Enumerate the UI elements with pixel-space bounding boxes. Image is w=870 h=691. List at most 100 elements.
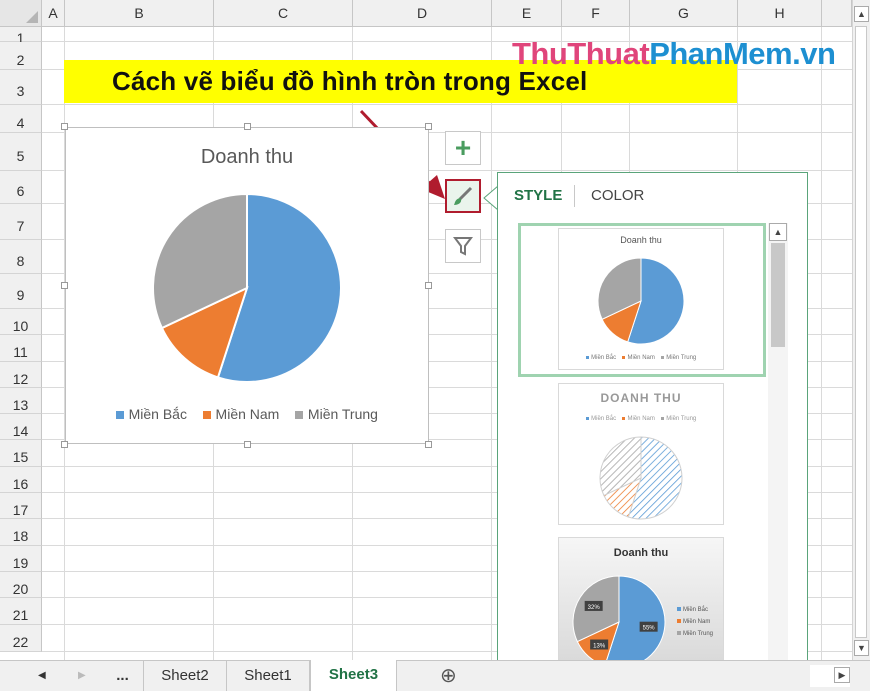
chart-elements-button[interactable]: +: [445, 131, 481, 165]
tab-color[interactable]: COLOR: [591, 187, 644, 204]
sheet-scroll-right[interactable]: ▶: [834, 667, 850, 683]
paintbrush-icon: [454, 186, 473, 205]
row-header-12[interactable]: 12: [0, 362, 42, 388]
row-header-8[interactable]: 8: [0, 240, 42, 274]
row-header-17[interactable]: 17: [0, 493, 42, 519]
chart-resize-handle[interactable]: [61, 282, 68, 289]
row-header-21[interactable]: 21: [0, 598, 42, 625]
tab-style[interactable]: STYLE: [514, 187, 562, 204]
legend-item: Miền Nam: [677, 616, 713, 628]
column-header-h[interactable]: H: [738, 0, 822, 27]
tab-nav-next[interactable]: ▶: [78, 661, 86, 691]
sheet-scroll-thumb[interactable]: [855, 26, 867, 638]
style-2-pie: [599, 436, 683, 520]
panel-scrollbar[interactable]: ▲ ▼: [768, 223, 788, 689]
row-header-10[interactable]: 10: [0, 309, 42, 335]
row-header-2[interactable]: 2: [0, 42, 42, 70]
legend-item: Miền Nam: [622, 355, 655, 361]
row-header-3[interactable]: 3: [0, 70, 42, 105]
legend-item: Miền Nam: [202, 406, 279, 422]
legend-label: Miền Nam: [683, 619, 711, 625]
chart-styles-panel: STYLE COLOR Doanh thu Miền Bắc Miền Nam Mi…: [497, 172, 808, 691]
style-3-legend: Miền Bắc Miền Nam Miền Trung: [677, 604, 713, 640]
chart-resize-handle[interactable]: [425, 123, 432, 130]
style-option-1[interactable]: Doanh thu Miền Bắc Miền Nam Miền Trung: [558, 228, 724, 370]
legend-label: Miền Trung: [683, 631, 714, 637]
pie-plot: [152, 192, 342, 383]
style-2-title: DOANH THU: [600, 391, 682, 405]
row-header-4[interactable]: 4: [0, 105, 42, 133]
legend-swatch: [622, 355, 626, 359]
sheet-tab-sheet3[interactable]: Sheet3: [310, 660, 397, 691]
tab-divider: [574, 185, 575, 207]
column-header-f[interactable]: F: [562, 0, 630, 27]
row-header-7[interactable]: 7: [0, 204, 42, 240]
row-header-5[interactable]: 5: [0, 133, 42, 171]
row-header-16[interactable]: 16: [0, 467, 42, 493]
chart-resize-handle[interactable]: [61, 441, 68, 448]
legend-swatch: [202, 411, 211, 419]
sheet-tab-sheet2[interactable]: Sheet2: [144, 661, 227, 691]
select-all-corner[interactable]: [0, 0, 42, 27]
sheet-scroll-down[interactable]: ▼: [854, 640, 869, 656]
row-header-9[interactable]: 9: [0, 274, 42, 309]
legend-item: Miền Bắc: [585, 355, 617, 361]
legend-item: Miền Trung: [660, 355, 696, 361]
style-option-3[interactable]: Doanh thu 55% 13% 32% Miền Bắc Miền Nam Miền…: [558, 537, 724, 679]
row-header-20[interactable]: 20: [0, 572, 42, 598]
style-3-title: Doanh thu: [613, 547, 669, 559]
legend-label: Miền Bắc: [591, 355, 617, 361]
chart-resize-handle[interactable]: [425, 282, 432, 289]
legend-swatch: [585, 355, 590, 359]
legend-item: Miền Bắc: [677, 604, 713, 616]
row-header-19[interactable]: 19: [0, 546, 42, 572]
caret-down-icon: ▼: [857, 643, 866, 653]
chart-resize-handle[interactable]: [244, 441, 251, 448]
row-header-13[interactable]: 13: [0, 388, 42, 414]
row-header-14[interactable]: 14: [0, 414, 42, 440]
legend-swatch: [622, 416, 626, 420]
column-header-g[interactable]: G: [630, 0, 738, 27]
caret-left-icon: ◀: [38, 670, 46, 681]
column-gridline: [491, 27, 492, 660]
column-header-a[interactable]: A: [42, 0, 65, 27]
column-header-next[interactable]: [822, 0, 852, 27]
chart-filters-button[interactable]: [445, 229, 481, 263]
column-header-d[interactable]: D: [353, 0, 492, 27]
chart-styles-button[interactable]: [445, 179, 481, 213]
tab-nav-prev[interactable]: ◀: [38, 661, 46, 691]
pie-chart-object[interactable]: Doanh thu Miền Bắc Miền Nam Miền Trung: [65, 127, 429, 444]
legend-label: Miền Bắc: [128, 406, 187, 422]
legend-label: Miền Trung: [666, 416, 697, 422]
column-header-c[interactable]: C: [214, 0, 353, 27]
logo-part-3: .vn: [792, 36, 836, 71]
chart-resize-handle[interactable]: [425, 441, 432, 448]
tab-nav-more[interactable]: ...: [102, 661, 144, 691]
chart-legend: Miền Bắc Miền Nam Miền Trung: [66, 406, 428, 422]
panel-scroll-thumb[interactable]: [771, 243, 785, 347]
panel-scroll-up[interactable]: ▲: [769, 223, 787, 241]
column-header-b[interactable]: B: [65, 0, 214, 27]
caret-up-icon: ▲: [857, 9, 866, 19]
style-1-pie: [597, 257, 685, 345]
plus-icon: +: [454, 132, 472, 163]
column-header-e[interactable]: E: [492, 0, 562, 27]
row-header-18[interactable]: 18: [0, 519, 42, 546]
style-option-2[interactable]: DOANH THU Miền Bắc Miền Nam Miền Trung: [558, 383, 724, 525]
chart-resize-handle[interactable]: [61, 123, 68, 130]
row-header-6[interactable]: 6: [0, 171, 42, 204]
site-logo: ThuThuatPhanMem.vn: [512, 36, 836, 72]
legend-item: Miền Nam: [622, 416, 655, 422]
sheet-tab-sheet1[interactable]: Sheet1: [227, 661, 310, 691]
sheet-scroll-up[interactable]: ▲: [854, 6, 869, 22]
logo-part-2: PhanMem: [649, 36, 793, 71]
sheet-vertical-scrollbar[interactable]: ▲ ▼: [852, 0, 870, 660]
row-header-1[interactable]: 1: [0, 27, 42, 46]
row-header-11[interactable]: 11: [0, 335, 42, 362]
legend-item: Miền Trung: [660, 416, 697, 422]
row-header-22[interactable]: 22: [0, 625, 42, 652]
legend-label: Miền Trung: [307, 406, 378, 422]
add-sheet-button[interactable]: ⊕: [440, 661, 457, 691]
chart-resize-handle[interactable]: [244, 123, 251, 130]
row-header-15[interactable]: 15: [0, 440, 42, 467]
